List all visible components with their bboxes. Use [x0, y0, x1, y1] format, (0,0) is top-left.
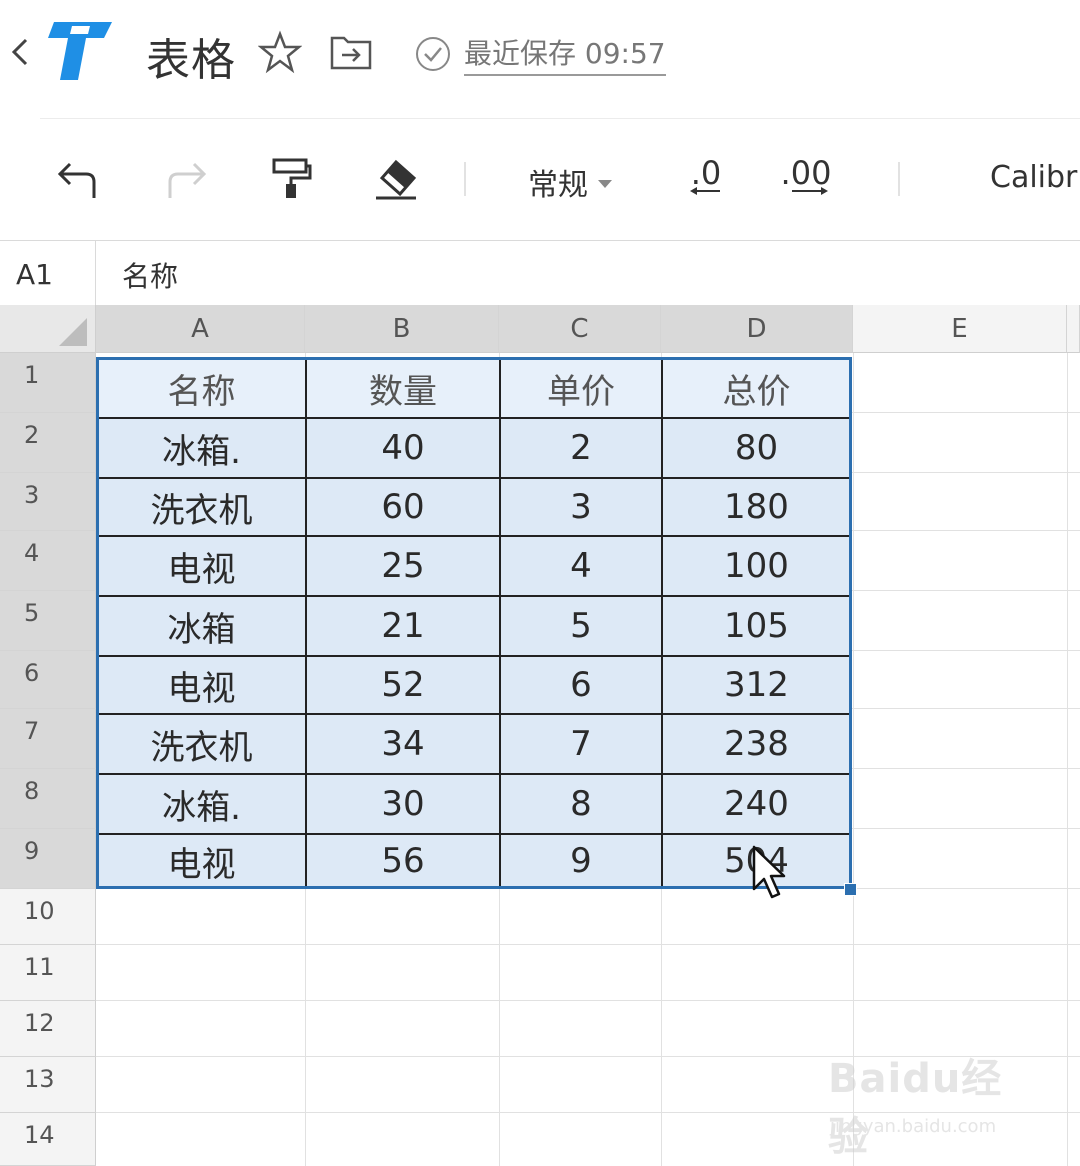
cell-c6[interactable]: 6: [499, 655, 663, 715]
column-header-d[interactable]: D: [661, 305, 853, 353]
number-format-select[interactable]: 常规: [528, 160, 612, 204]
gridline: [96, 944, 1080, 945]
row-header-4[interactable]: 4: [0, 531, 96, 591]
row-header-8[interactable]: 8: [0, 769, 96, 829]
decrease-decimal-label: .0: [690, 154, 722, 192]
toolbar: 常规 .0 .00 Calibri: [0, 120, 1080, 240]
cell-a4[interactable]: 电视: [96, 535, 307, 597]
cell-b6[interactable]: 52: [305, 655, 501, 715]
cell-b3[interactable]: 60: [305, 477, 501, 537]
cell-c7[interactable]: 7: [499, 713, 663, 775]
row-header-1[interactable]: 1: [0, 353, 96, 413]
column-header-c[interactable]: C: [499, 305, 661, 353]
watermark: Baidu经验 jingyan.baidu.com: [828, 1046, 1028, 1160]
cell-d1[interactable]: 总价: [661, 357, 852, 419]
column-header-f[interactable]: [1067, 305, 1080, 353]
formula-bar: A1 名称: [0, 240, 1080, 306]
saved-check-icon: [416, 37, 450, 71]
cell-a1[interactable]: 名称: [96, 357, 307, 419]
back-icon[interactable]: [8, 34, 32, 70]
cell-c2[interactable]: 2: [499, 417, 663, 479]
number-format-label: 常规: [528, 168, 588, 203]
chevron-down-icon: [598, 180, 612, 188]
cell-d8[interactable]: 240: [661, 773, 852, 835]
toolbar-separator: [898, 162, 900, 196]
clear-format-icon[interactable]: [374, 158, 418, 204]
cell-a3[interactable]: 洗衣机: [96, 477, 307, 537]
toolbar-separator: [464, 162, 466, 196]
redo-icon[interactable]: [164, 158, 208, 204]
row-header-14[interactable]: 14: [0, 1113, 96, 1166]
select-all-corner[interactable]: [0, 305, 96, 353]
cell-c9[interactable]: 9: [499, 833, 663, 889]
title-bar: 表格 最近保存 09:57: [0, 0, 1080, 119]
cell-a8[interactable]: 冰箱.: [96, 773, 307, 835]
cell-c5[interactable]: 5: [499, 595, 663, 657]
save-status-text[interactable]: 最近保存 09:57: [464, 32, 666, 76]
undo-icon[interactable]: [56, 158, 100, 204]
document-title[interactable]: 表格: [146, 24, 236, 88]
star-icon[interactable]: [257, 30, 303, 74]
cell-c4[interactable]: 4: [499, 535, 663, 597]
cell-b2[interactable]: 40: [305, 417, 501, 479]
column-header-e[interactable]: E: [853, 305, 1067, 353]
cell-c3[interactable]: 3: [499, 477, 663, 537]
column-header-b[interactable]: B: [305, 305, 499, 353]
row-header-10[interactable]: 10: [0, 889, 96, 945]
column-header-a[interactable]: A: [96, 305, 305, 353]
cell-b4[interactable]: 25: [305, 535, 501, 597]
cell-b8[interactable]: 30: [305, 773, 501, 835]
row-header-13[interactable]: 13: [0, 1057, 96, 1113]
formula-input[interactable]: 名称: [122, 255, 178, 295]
cell-b9[interactable]: 56: [305, 833, 501, 889]
gridline: [1067, 353, 1068, 1166]
app-logo: [42, 18, 116, 84]
cell-d6[interactable]: 312: [661, 655, 852, 715]
cell-d7[interactable]: 238: [661, 713, 852, 775]
cell-a7[interactable]: 洗衣机: [96, 713, 307, 775]
font-family-select[interactable]: Calibri: [990, 160, 1080, 195]
cell-c8[interactable]: 8: [499, 773, 663, 835]
row-header-9[interactable]: 9: [0, 829, 96, 889]
row-header-12[interactable]: 12: [0, 1001, 96, 1057]
cell-a2[interactable]: 冰箱.: [96, 417, 307, 479]
cell-a5[interactable]: 冰箱: [96, 595, 307, 657]
cell-d9[interactable]: 504: [661, 833, 852, 889]
row-header-6[interactable]: 6: [0, 651, 96, 709]
cell-a6[interactable]: 电视: [96, 655, 307, 715]
move-to-folder-icon[interactable]: [328, 30, 374, 72]
fill-handle[interactable]: [844, 883, 857, 896]
row-header-2[interactable]: 2: [0, 413, 96, 473]
watermark-brand: Baidu经验: [828, 1056, 1003, 1160]
increase-decimal-label: .00: [780, 154, 832, 192]
gridline: [853, 353, 854, 1166]
cell-b7[interactable]: 34: [305, 713, 501, 775]
cell-d3[interactable]: 180: [661, 477, 852, 537]
cell-b1[interactable]: 数量: [305, 357, 501, 419]
cell-d5[interactable]: 105: [661, 595, 852, 657]
gridline: [96, 1000, 1080, 1001]
decrease-decimal-button[interactable]: .0: [686, 154, 726, 196]
divider: [40, 118, 1080, 119]
increase-decimal-button[interactable]: .00: [780, 154, 832, 196]
watermark-url: jingyan.baidu.com: [830, 1116, 997, 1137]
spreadsheet-grid: A B C D E 1 2 3 4 5 6 7 8 9 10 11 12 13 …: [0, 305, 1080, 1166]
row-header-7[interactable]: 7: [0, 709, 96, 769]
cell-b5[interactable]: 21: [305, 595, 501, 657]
cell-d4[interactable]: 100: [661, 535, 852, 597]
cell-c1[interactable]: 单价: [499, 357, 663, 419]
row-header-11[interactable]: 11: [0, 945, 96, 1001]
name-box[interactable]: A1: [0, 241, 96, 305]
row-header-3[interactable]: 3: [0, 473, 96, 531]
save-status: 最近保存 09:57: [414, 32, 666, 76]
cell-a9[interactable]: 电视: [96, 833, 307, 889]
cell-d2[interactable]: 80: [661, 417, 852, 479]
format-painter-icon[interactable]: [270, 156, 312, 204]
row-header-5[interactable]: 5: [0, 591, 96, 651]
